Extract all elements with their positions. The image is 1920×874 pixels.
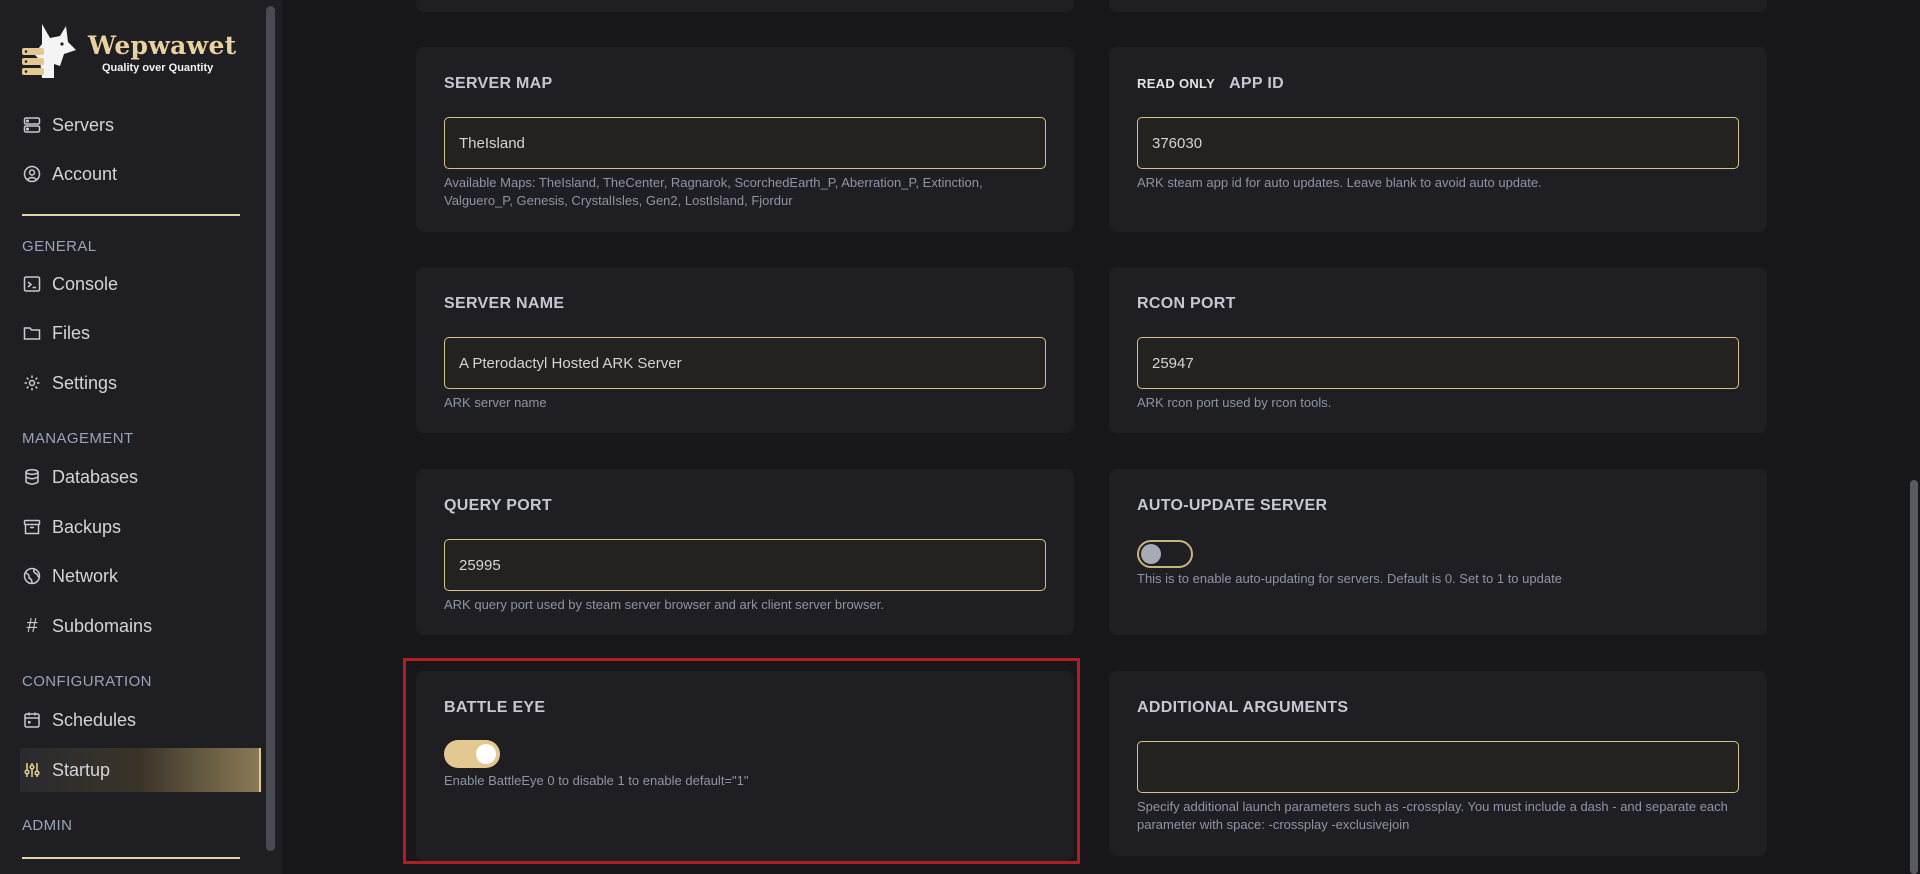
database-icon (22, 467, 42, 487)
sidebar-item-servers[interactable]: Servers (22, 103, 262, 147)
calendar-icon (22, 710, 42, 730)
sidebar-item-files[interactable]: Files (22, 311, 262, 355)
variable-card-server-name: SERVER NAME A Pterodactyl Hosted ARK Ser… (416, 267, 1074, 433)
sidebar-item-account[interactable]: Account (22, 152, 262, 196)
variable-description: This is to enable auto-updating for serv… (1137, 571, 1562, 586)
variable-card-additional-arguments: ADDITIONAL ARGUMENTS Specify additional … (1109, 671, 1767, 856)
hash-icon: # (26, 614, 38, 637)
sidebar-item-backups[interactable]: Backups (22, 505, 262, 549)
globe-icon (22, 566, 42, 586)
additional-arguments-input[interactable] (1137, 741, 1739, 793)
variable-label: SERVER NAME (444, 295, 565, 312)
variable-card-partial (416, 0, 1074, 12)
variable-description: ARK steam app id for auto updates. Leave… (1137, 175, 1542, 190)
section-title-configuration: CONFIGURATION (22, 673, 152, 690)
server-icon (22, 115, 42, 135)
sidebar-item-databases[interactable]: Databases (22, 455, 262, 499)
sidebar: Wepwawet Quality over Quantity Servers A… (0, 0, 282, 874)
sidebar-item-console[interactable]: Console (22, 262, 262, 306)
terminal-icon (22, 274, 42, 294)
variable-description: Available Maps: TheIsland, TheCenter, Ra… (444, 175, 983, 208)
sidebar-divider-bottom (22, 857, 240, 859)
sidebar-item-label: Subdomains (52, 615, 153, 636)
query-port-input[interactable]: 25995 (444, 539, 1046, 591)
brand-name: Wepwawet (88, 30, 237, 60)
auto-update-toggle[interactable] (1137, 540, 1193, 568)
sliders-icon (22, 760, 42, 780)
sidebar-item-settings[interactable]: Settings (22, 361, 262, 405)
sidebar-item-label: Console (52, 273, 119, 294)
variable-label: ADDITIONAL ARGUMENTS (1137, 699, 1349, 716)
variable-card-partial (1109, 0, 1767, 12)
sidebar-item-label: Backups (52, 516, 122, 537)
variable-card-rcon-port: RCON PORT 25947 ARK rcon port used by rc… (1109, 267, 1767, 433)
variable-card-app-id: READ ONLY APP ID 376030 ARK steam app id … (1109, 47, 1767, 232)
variable-description: ARK rcon port used by rcon tools. (1137, 395, 1332, 410)
read-only-badge: READ ONLY (1137, 76, 1216, 91)
gear-icon (22, 373, 42, 393)
sidebar-item-label: Files (52, 322, 91, 343)
variable-description: Specify additional launch parameters suc… (1137, 799, 1728, 832)
variable-description: ARK query port used by steam server brow… (444, 597, 885, 612)
section-title-general: GENERAL (22, 238, 97, 255)
highlight-box (403, 658, 1080, 864)
brand[interactable]: Wepwawet Quality over Quantity (20, 20, 237, 84)
sidebar-item-schedules[interactable]: Schedules (22, 698, 262, 742)
sidebar-item-label: Servers (52, 114, 115, 135)
variable-label: AUTO-UPDATE SERVER (1137, 497, 1328, 514)
sidebar-divider (22, 214, 240, 216)
section-title-admin: ADMIN (22, 817, 73, 834)
sidebar-item-subdomains[interactable]: # Subdomains (22, 604, 262, 648)
page-scrollbar[interactable] (1910, 480, 1918, 874)
sidebar-item-network[interactable]: Network (22, 554, 262, 598)
sidebar-item-label: Schedules (52, 709, 137, 730)
variable-label: SERVER MAP (444, 75, 553, 92)
jackal-logo-icon (22, 24, 76, 78)
sidebar-item-startup[interactable]: Startup (20, 748, 261, 792)
folder-icon (22, 323, 42, 343)
variable-label: RCON PORT (1137, 295, 1236, 312)
variable-label: APP ID (1229, 75, 1284, 92)
server-name-input[interactable]: A Pterodactyl Hosted ARK Server (444, 337, 1046, 389)
variable-card-auto-update: AUTO-UPDATE SERVER This is to enable aut… (1109, 469, 1767, 635)
sidebar-item-label: Databases (52, 466, 139, 487)
section-title-management: MANAGEMENT (22, 430, 134, 447)
archive-icon (22, 517, 42, 537)
sidebar-item-label: Network (52, 565, 119, 586)
brand-tagline: Quality over Quantity (102, 61, 214, 74)
app-id-input[interactable]: 376030 (1137, 117, 1739, 169)
sidebar-item-label: Settings (52, 372, 118, 393)
variable-card-query-port: QUERY PORT 25995 ARK query port used by … (416, 469, 1074, 635)
sidebar-item-label: Startup (52, 759, 111, 780)
account-icon (22, 164, 42, 184)
rcon-port-input[interactable]: 25947 (1137, 337, 1739, 389)
sidebar-scrollbar[interactable] (266, 6, 275, 851)
variable-label: QUERY PORT (444, 497, 552, 514)
variable-description: ARK server name (444, 395, 547, 410)
toggle-knob (1141, 544, 1161, 564)
sidebar-item-label: Account (52, 163, 118, 184)
variable-card-server-map: SERVER MAP TheIsland Available Maps: The… (416, 47, 1074, 232)
server-map-input[interactable]: TheIsland (444, 117, 1046, 169)
variable-label-row: READ ONLY APP ID (1137, 75, 1284, 93)
